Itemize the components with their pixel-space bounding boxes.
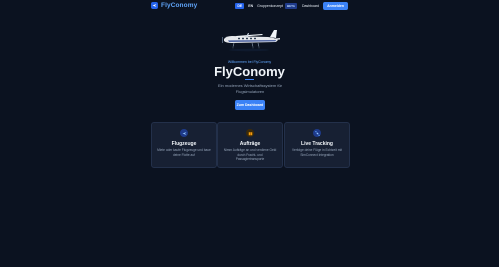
dashboard-cta-button[interactable]: Zum Dashboard: [235, 100, 265, 110]
brand-logo[interactable]: FlyConomy: [151, 2, 197, 9]
title-underline: [245, 79, 254, 80]
feature-description: Nimm Aufträge an und verdiene Geld durch…: [223, 148, 277, 161]
page-title: FlyConomy: [214, 64, 285, 79]
airplane-icon: [151, 2, 158, 9]
feature-title: Live Tracking: [301, 141, 333, 147]
feature-card-flugzeuge: Flugzeuge Miete oder kaufe Flugzeuge und…: [151, 122, 217, 168]
feature-description: Miete oder kaufe Flugzeuge und baue dein…: [157, 148, 211, 157]
login-button[interactable]: Anmelden: [323, 2, 348, 10]
feature-card-auftraege: Aufträge Nimm Aufträge an und verdiene G…: [217, 122, 283, 168]
package-icon: [246, 129, 254, 137]
language-en-button[interactable]: EN: [246, 3, 255, 9]
feature-description: Verfolge deine Flüge in Echtzeit mit Sim…: [292, 148, 342, 157]
feature-title: Aufträge: [239, 141, 261, 147]
feature-title: Flugzeuge: [171, 141, 197, 147]
airplane-illustration: [222, 30, 280, 52]
beta-badge: BETA: [285, 3, 297, 9]
nav-link-gruppenkonzept[interactable]: Gruppenkonzept: [257, 4, 283, 8]
top-navbar: FlyConomy DE EN Gruppenkonzept BETA Dash…: [0, 0, 499, 12]
airplane-icon: [180, 129, 188, 137]
satellite-icon: [313, 129, 321, 137]
nav-menu: DE EN Gruppenkonzept BETA Dashboard Anme…: [235, 2, 348, 10]
brand-name: FlyConomy: [161, 2, 198, 9]
feature-card-live-tracking: Live Tracking Verfolge deine Flüge in Ec…: [284, 122, 350, 168]
hero-subtitle: Ein modernes Wirtschaftssystem für Flugs…: [217, 83, 283, 94]
nav-link-dashboard[interactable]: Dashboard: [302, 4, 319, 8]
language-de-button[interactable]: DE: [235, 3, 245, 9]
